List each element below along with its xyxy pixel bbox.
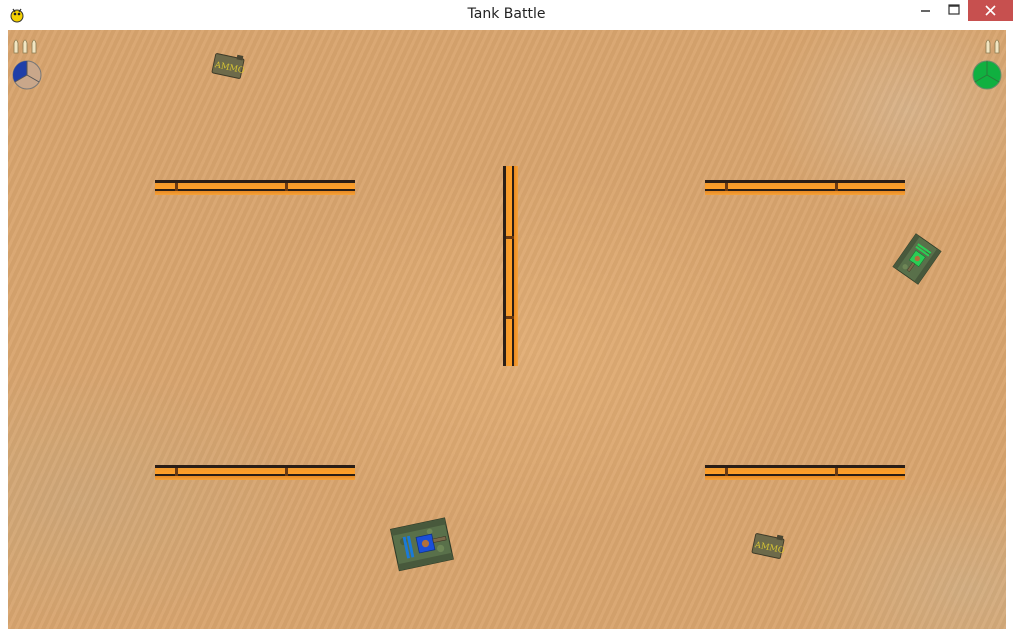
blue-health-pie — [12, 60, 42, 90]
green-tank — [892, 233, 942, 285]
close-button[interactable] — [968, 0, 1013, 21]
window-title: Tank Battle — [467, 6, 546, 22]
maximize-button[interactable] — [940, 0, 968, 21]
minimize-icon — [921, 10, 930, 12]
close-icon — [985, 5, 996, 16]
bullet-icon — [985, 39, 1000, 54]
wall-top-left — [155, 180, 355, 195]
game-canvas[interactable]: AMMO AMMO — [8, 30, 1006, 629]
wall-center-vertical — [503, 166, 518, 366]
blue-tank — [389, 517, 454, 572]
ammo-crate: AMMO — [751, 533, 786, 559]
blue-bullet-counter — [13, 39, 37, 54]
wall-bottom-right — [705, 465, 905, 480]
wall-top-right — [705, 180, 905, 195]
minimize-button[interactable] — [912, 0, 940, 21]
maximize-icon — [948, 4, 960, 15]
green-bullet-counter — [985, 39, 1000, 54]
wall-bottom-left — [155, 465, 355, 480]
window-titlebar[interactable]: Tank Battle — [0, 0, 1013, 29]
ammo-crate: AMMO — [211, 53, 246, 79]
bullet-icon — [13, 39, 37, 54]
green-health-pie — [972, 60, 1002, 90]
